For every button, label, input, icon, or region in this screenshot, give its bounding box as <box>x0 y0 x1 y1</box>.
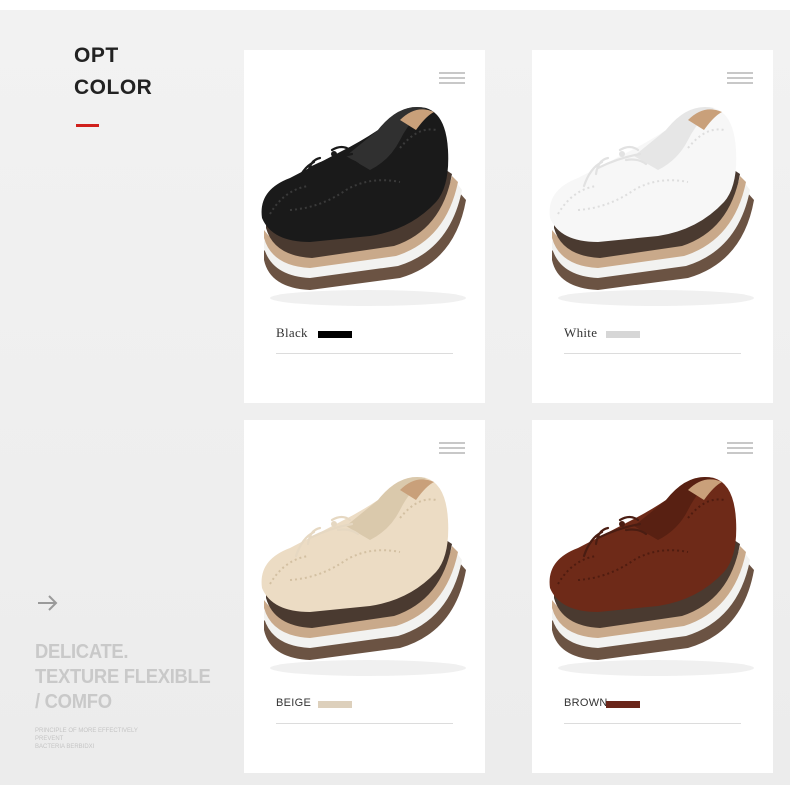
divider <box>564 353 741 354</box>
color-card-white[interactable]: White <box>532 50 773 403</box>
color-swatch <box>318 701 352 708</box>
shoe-image <box>549 106 754 306</box>
divider <box>564 723 741 724</box>
menu-icon[interactable] <box>727 72 753 86</box>
product-color-section: OPT COLOR DELICATE. TEXTURE FLEXIBLE / C… <box>0 0 790 785</box>
shoe-image <box>261 106 466 306</box>
color-label: BEIGE <box>276 697 312 709</box>
color-swatch <box>606 701 640 708</box>
accent-bar <box>76 124 99 127</box>
color-swatch <box>318 331 352 338</box>
color-card-brown[interactable]: BROWN <box>532 420 773 773</box>
tagline-line-3: / COMFO <box>35 691 112 713</box>
color-swatch <box>606 331 640 338</box>
section-heading: OPT COLOR <box>74 40 152 104</box>
heading-line-1: OPT <box>74 44 119 67</box>
menu-icon[interactable] <box>727 442 753 456</box>
tagline-fine-print: PRINCIPLE OF MORE EFFECTIVELY PREVENT BA… <box>35 727 165 751</box>
heading-line-2: COLOR <box>74 76 153 99</box>
right-arrow-icon <box>38 595 58 611</box>
shoe-image <box>261 476 466 676</box>
tagline-line-2: TEXTURE FLEXIBLE <box>35 666 211 688</box>
tagline-line-1: DELICATE. <box>35 641 129 663</box>
color-label: Black <box>276 325 308 340</box>
menu-icon[interactable] <box>439 72 465 86</box>
top-band <box>0 0 790 10</box>
shoe-image <box>549 476 754 676</box>
divider <box>276 723 453 724</box>
menu-icon[interactable] <box>439 442 465 456</box>
divider <box>276 353 453 354</box>
color-label: BROWN <box>564 697 608 709</box>
color-card-black[interactable]: Black <box>244 50 485 403</box>
color-label: White <box>564 325 598 340</box>
color-card-beige[interactable]: BEIGE <box>244 420 485 773</box>
fine-print-line-1: PRINCIPLE OF MORE EFFECTIVELY PREVENT <box>35 728 138 742</box>
fine-print-line-2: BACTERIA BERBIDXI <box>35 744 95 750</box>
tagline: DELICATE. TEXTURE FLEXIBLE / COMFO PRINC… <box>35 640 226 751</box>
